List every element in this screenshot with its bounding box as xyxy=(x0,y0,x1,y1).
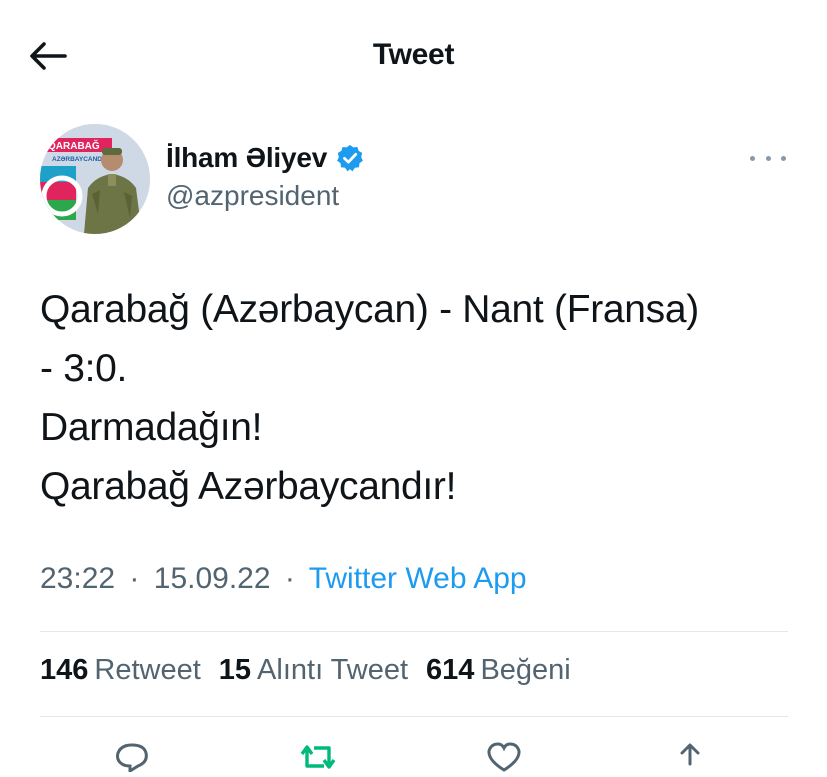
verified-badge-icon xyxy=(337,144,363,172)
quotes-label: Alıntı Tweet xyxy=(257,654,409,686)
engagement-stats: 146 Retweet 15 Alıntı Tweet 614 Beğeni xyxy=(40,654,589,687)
tweet-article: QARABAĞ AZƏRBAYCANDIR! İlham Əliyev @azp… xyxy=(40,124,788,236)
reply-button[interactable] xyxy=(112,742,152,774)
quotes-count: 15 xyxy=(218,654,252,686)
top-bar: Tweet xyxy=(0,0,827,112)
tweet-time[interactable]: 23:22 xyxy=(40,562,115,595)
author-name-block: İlham Əliyev @azpresident xyxy=(166,142,365,212)
author-name-link[interactable]: İlham Əliyev xyxy=(166,142,365,174)
avatar[interactable]: QARABAĞ AZƏRBAYCANDIR! xyxy=(40,124,150,234)
reply-icon xyxy=(116,743,148,774)
heart-icon xyxy=(487,742,521,772)
tweet-text-line: Qarabağ Azərbaycandır! xyxy=(40,465,457,508)
likes-count: 614 xyxy=(426,654,475,686)
avatar-logo-text: QARABAĞ xyxy=(48,139,100,152)
more-dot xyxy=(781,155,786,161)
retweet-button[interactable] xyxy=(296,742,336,772)
author-display-name: İlham Əliyev xyxy=(166,142,328,173)
meta-separator: · xyxy=(129,562,140,595)
author-row: QARABAĞ AZƏRBAYCANDIR! İlham Əliyev @azp… xyxy=(40,124,788,236)
action-bar xyxy=(40,732,788,774)
likes-label: Beğeni xyxy=(480,654,571,686)
more-options-button[interactable] xyxy=(750,146,786,170)
tweet-date[interactable]: 15.09.22 xyxy=(154,562,271,595)
share-button[interactable] xyxy=(670,742,710,772)
meta-separator: · xyxy=(284,562,295,595)
page-title: Tweet xyxy=(372,38,455,71)
retweet-icon xyxy=(300,745,336,769)
tweet-text: Qarabağ (Azərbaycan) - Nant (Fransa) - 3… xyxy=(40,280,800,516)
like-button[interactable] xyxy=(484,742,524,772)
retweets-count: 146 xyxy=(40,654,89,686)
share-icon xyxy=(680,743,700,766)
more-dots-icon xyxy=(750,155,755,161)
tweet-text-line: - 3:0. xyxy=(40,347,128,390)
tweet-text-line: Qarabağ (Azərbaycan) - Nant (Fransa) xyxy=(40,288,699,331)
tweet-source-link[interactable]: Twitter Web App xyxy=(309,562,527,595)
likes-stat[interactable]: 614 Beğeni xyxy=(426,654,571,687)
avatar-image: QARABAĞ AZƏRBAYCANDIR! xyxy=(40,124,150,234)
retweets-label: Retweet xyxy=(94,654,201,686)
divider xyxy=(40,716,788,717)
tweet-metadata: 23:22 · 15.09.22 · Twitter Web App xyxy=(40,562,527,596)
author-handle[interactable]: @azpresident xyxy=(166,180,365,212)
quotes-stat[interactable]: 15 Alıntı Tweet xyxy=(219,654,408,687)
tweet-text-line: Darmadağın! xyxy=(40,406,263,449)
divider xyxy=(40,631,788,632)
more-dot xyxy=(765,155,771,161)
retweets-stat[interactable]: 146 Retweet xyxy=(40,654,201,687)
